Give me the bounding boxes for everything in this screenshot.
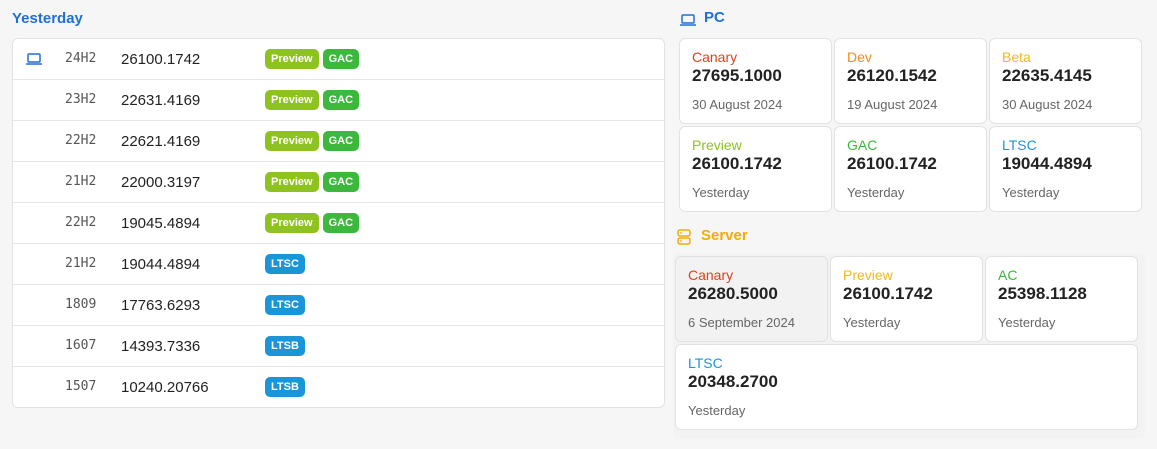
channel-label: GAC [847,137,878,153]
server-icon [677,229,691,250]
version-label: 1809 [65,297,97,312]
build-number: 26280.5000 [688,284,778,303]
pc-card-preview[interactable]: Preview 26100.1742 Yesterday [679,126,832,212]
release-date: Yesterday [1002,185,1060,200]
channel-label: Preview [692,137,742,153]
build-number: 26100.1742 [692,154,782,173]
table-row[interactable]: 23H2 22631.4169 Preview GAC [13,80,664,121]
laptop-icon [680,13,696,31]
section-title-server: Server [701,227,748,244]
build-number: 26100.1742 [847,154,937,173]
release-date: Yesterday [688,403,746,418]
server-card-canary[interactable]: Canary 26280.5000 6 September 2024 [675,256,828,342]
build-number: 19045.4894 [121,215,201,232]
badge-ltsc[interactable]: LTSC [265,295,305,315]
badge-gac[interactable]: GAC [322,172,360,192]
build-number: 17763.6293 [121,297,201,314]
badge-ltsc[interactable]: LTSC [265,254,305,274]
channel-label: AC [998,267,1018,283]
badge-gac[interactable]: GAC [322,49,360,69]
version-label: 1607 [65,338,97,353]
badge-preview[interactable]: Preview [265,90,319,110]
server-card-ac[interactable]: AC 25398.1128 Yesterday [985,256,1138,342]
table-row[interactable]: 1507 10240.20766 LTSB [13,367,664,408]
badge-preview[interactable]: Preview [265,49,319,69]
build-number: 26100.1742 [121,51,201,68]
build-number: 10240.20766 [121,379,209,396]
version-label: 21H2 [65,174,97,189]
channel-label: Beta [1002,49,1031,65]
channel-label: LTSC [1002,137,1037,153]
version-label: 1507 [65,379,97,394]
badge-ltsb[interactable]: LTSB [265,377,305,397]
version-label: 22H2 [65,133,97,148]
table-row[interactable]: 21H2 19044.4894 LTSC [13,244,664,285]
server-card-preview[interactable]: Preview 26100.1742 Yesterday [830,256,983,342]
badge-preview[interactable]: Preview [265,172,319,192]
badge-gac[interactable]: GAC [322,90,360,110]
build-number: 26120.1542 [847,66,937,85]
table-row[interactable]: 21H2 22000.3197 Preview GAC [13,162,664,203]
channel-label: Canary [688,267,734,283]
pc-card-dev[interactable]: Dev 26120.1542 19 August 2024 [834,38,987,124]
release-date: 6 September 2024 [688,315,795,330]
build-number: 22621.4169 [121,133,201,150]
table-row[interactable]: 1607 14393.7336 LTSB [13,326,664,367]
table-row[interactable]: 1809 17763.6293 LTSC [13,285,664,326]
badge-gac[interactable]: GAC [322,213,360,233]
version-label: 21H2 [65,256,97,271]
release-date: Yesterday [847,185,905,200]
release-date: 19 August 2024 [847,97,938,112]
build-number: 25398.1128 [998,284,1087,303]
table-row[interactable]: 22H2 19045.4894 Preview GAC [13,203,664,244]
section-title-pc: PC [704,9,725,26]
section-title-yesterday: Yesterday [12,10,83,27]
build-number: 26100.1742 [843,284,933,303]
channel-label: Canary [692,49,738,65]
build-number: 19044.4894 [121,256,201,273]
release-date: Yesterday [998,315,1056,330]
release-table: 24H2 26100.1742 Preview GAC 23H2 22631.4169 Pr… [12,38,665,408]
release-date: 30 August 2024 [1002,97,1093,112]
build-number: 14393.7336 [121,338,201,355]
badge-preview[interactable]: Preview [265,213,319,233]
badge-preview[interactable]: Preview [265,131,319,151]
pc-card-gac[interactable]: GAC 26100.1742 Yesterday [834,126,987,212]
build-number: 19044.4894 [1002,154,1092,173]
release-date: 30 August 2024 [692,97,783,112]
build-number: 22000.3197 [121,174,201,191]
badge-ltsb[interactable]: LTSB [265,336,305,356]
badge-gac[interactable]: GAC [322,131,360,151]
table-row[interactable]: 22H2 22621.4169 Preview GAC [13,121,664,162]
table-row[interactable]: 24H2 26100.1742 Preview GAC [13,39,664,80]
laptop-icon [26,52,42,70]
build-number: 22635.4145 [1002,66,1092,85]
build-number: 22631.4169 [121,92,201,109]
pc-card-canary[interactable]: Canary 27695.1000 30 August 2024 [679,38,832,124]
release-date: Yesterday [692,185,750,200]
release-date: Yesterday [843,315,901,330]
pc-card-ltsc[interactable]: LTSC 19044.4894 Yesterday [989,126,1142,212]
pc-card-beta[interactable]: Beta 22635.4145 30 August 2024 [989,38,1142,124]
server-card-ltsc[interactable]: LTSC 20348.2700 Yesterday [675,344,1138,430]
channel-label: LTSC [688,355,723,371]
version-label: 24H2 [65,51,97,66]
channel-label: Dev [847,49,872,65]
channel-label: Preview [843,267,893,283]
version-label: 23H2 [65,92,97,107]
build-number: 20348.2700 [688,372,778,391]
build-number: 27695.1000 [692,66,782,85]
version-label: 22H2 [65,215,97,230]
